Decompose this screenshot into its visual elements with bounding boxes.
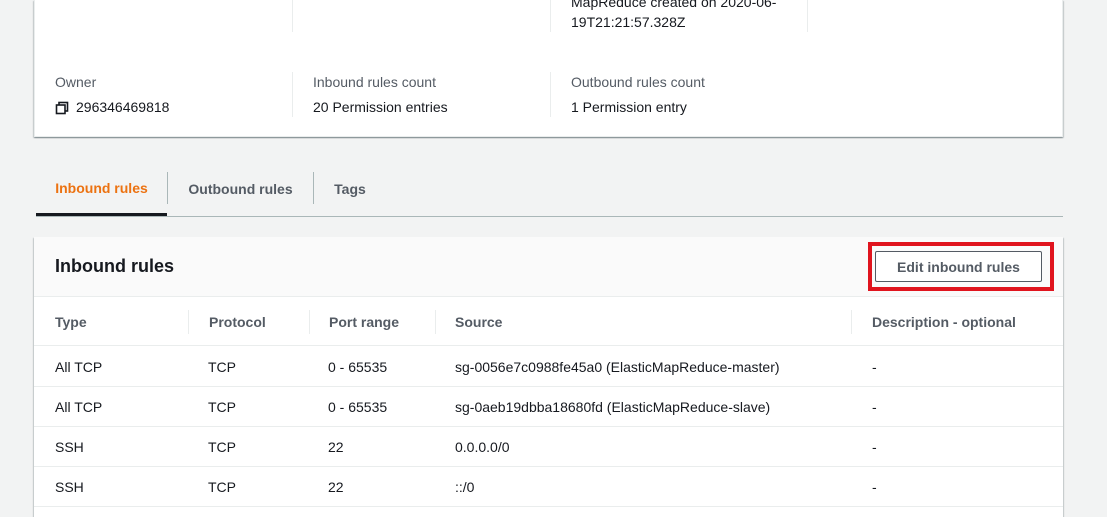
column-resizer[interactable] (851, 310, 852, 334)
panel-title: Inbound rules (55, 256, 174, 276)
inbound-rules-panel: Inbound rules Edit inbound rules Type Pr… (34, 237, 1063, 517)
cell-port-range: 0 - 65535 (328, 359, 388, 375)
table-row: SSH TCP 22 ::/0 - (34, 467, 1063, 507)
column-header-port-range[interactable]: Port range (329, 298, 399, 346)
cell-port-range: 22 (328, 479, 344, 495)
owner-value: 296346469818 (76, 99, 170, 115)
outbound-rules-count-field: Outbound rules count 1 Permission entry (571, 72, 705, 117)
owner-label: Owner (55, 74, 97, 90)
description-value: MapReduce created on 2020-06-19T21:21:57… (571, 0, 777, 30)
cell-type: All TCP (55, 359, 103, 375)
cell-port-range: 0 - 65535 (328, 399, 388, 415)
column-resizer[interactable] (309, 310, 310, 334)
tab-tags[interactable]: Tags (314, 162, 386, 216)
column-header-type[interactable]: Type (55, 298, 87, 346)
owner-field: Owner 296346469818 (55, 72, 169, 117)
column-header-source[interactable]: Source (455, 298, 502, 346)
cell-port-range: 22 (328, 439, 344, 455)
cell-type: All TCP (55, 399, 103, 415)
cell-type: SSH (55, 439, 84, 455)
cell-description: - (872, 439, 877, 455)
cell-description: - (872, 399, 877, 415)
cell-type: SSH (55, 479, 84, 495)
inbound-rules-count-value: 20 Permission entries (313, 99, 448, 115)
cell-source: sg-0aeb19dbba18680fd (ElasticMapReduce-s… (455, 399, 771, 415)
outbound-rules-count-label: Outbound rules count (571, 74, 705, 90)
column-divider (292, 72, 293, 117)
table-row: All TCP TCP 0 - 65535 sg-0aeb19dbba18680… (34, 387, 1063, 427)
column-divider (292, 0, 293, 32)
column-resizer[interactable] (188, 310, 189, 334)
outbound-rules-count-value: 1 Permission entry (571, 99, 687, 115)
column-divider (550, 0, 551, 32)
cell-source: sg-0056e7c0988fe45a0 (ElasticMapReduce-m… (455, 359, 780, 375)
edit-inbound-rules-button[interactable]: Edit inbound rules (875, 251, 1042, 282)
column-header-description[interactable]: Description - optional (872, 298, 1016, 346)
cell-source: 0.0.0.0/0 (455, 439, 510, 455)
tab-inbound-rules[interactable]: Inbound rules (36, 162, 167, 216)
cell-source: ::/0 (455, 479, 475, 495)
cell-description: - (872, 359, 877, 375)
column-divider (550, 72, 551, 117)
table-row: SSH TCP 22 0.0.0.0/0 - (34, 427, 1063, 467)
cell-protocol: TCP (208, 439, 236, 455)
cell-protocol: TCP (208, 359, 236, 375)
column-resizer[interactable] (435, 310, 436, 334)
tab-bar: Inbound rules Outbound rules Tags (36, 162, 1063, 217)
inbound-rules-count-label: Inbound rules count (313, 74, 436, 90)
copy-icon[interactable] (55, 100, 69, 115)
cell-protocol: TCP (208, 399, 236, 415)
tab-outbound-rules[interactable]: Outbound rules (168, 162, 313, 216)
panel-header: Inbound rules Edit inbound rules (34, 237, 1063, 297)
column-divider (807, 0, 808, 32)
cell-description: - (872, 479, 877, 495)
column-header-protocol[interactable]: Protocol (209, 298, 266, 346)
cell-protocol: TCP (208, 479, 236, 495)
security-group-details-card: MapReduce created on 2020-06-19T21:21:57… (34, 0, 1063, 137)
inbound-rules-count-field: Inbound rules count 20 Permission entrie… (313, 72, 448, 117)
table-row: All TCP TCP 0 - 65535 sg-0056e7c0988fe45… (34, 347, 1063, 387)
table-header: Type Protocol Port range Source Descript… (34, 298, 1063, 346)
